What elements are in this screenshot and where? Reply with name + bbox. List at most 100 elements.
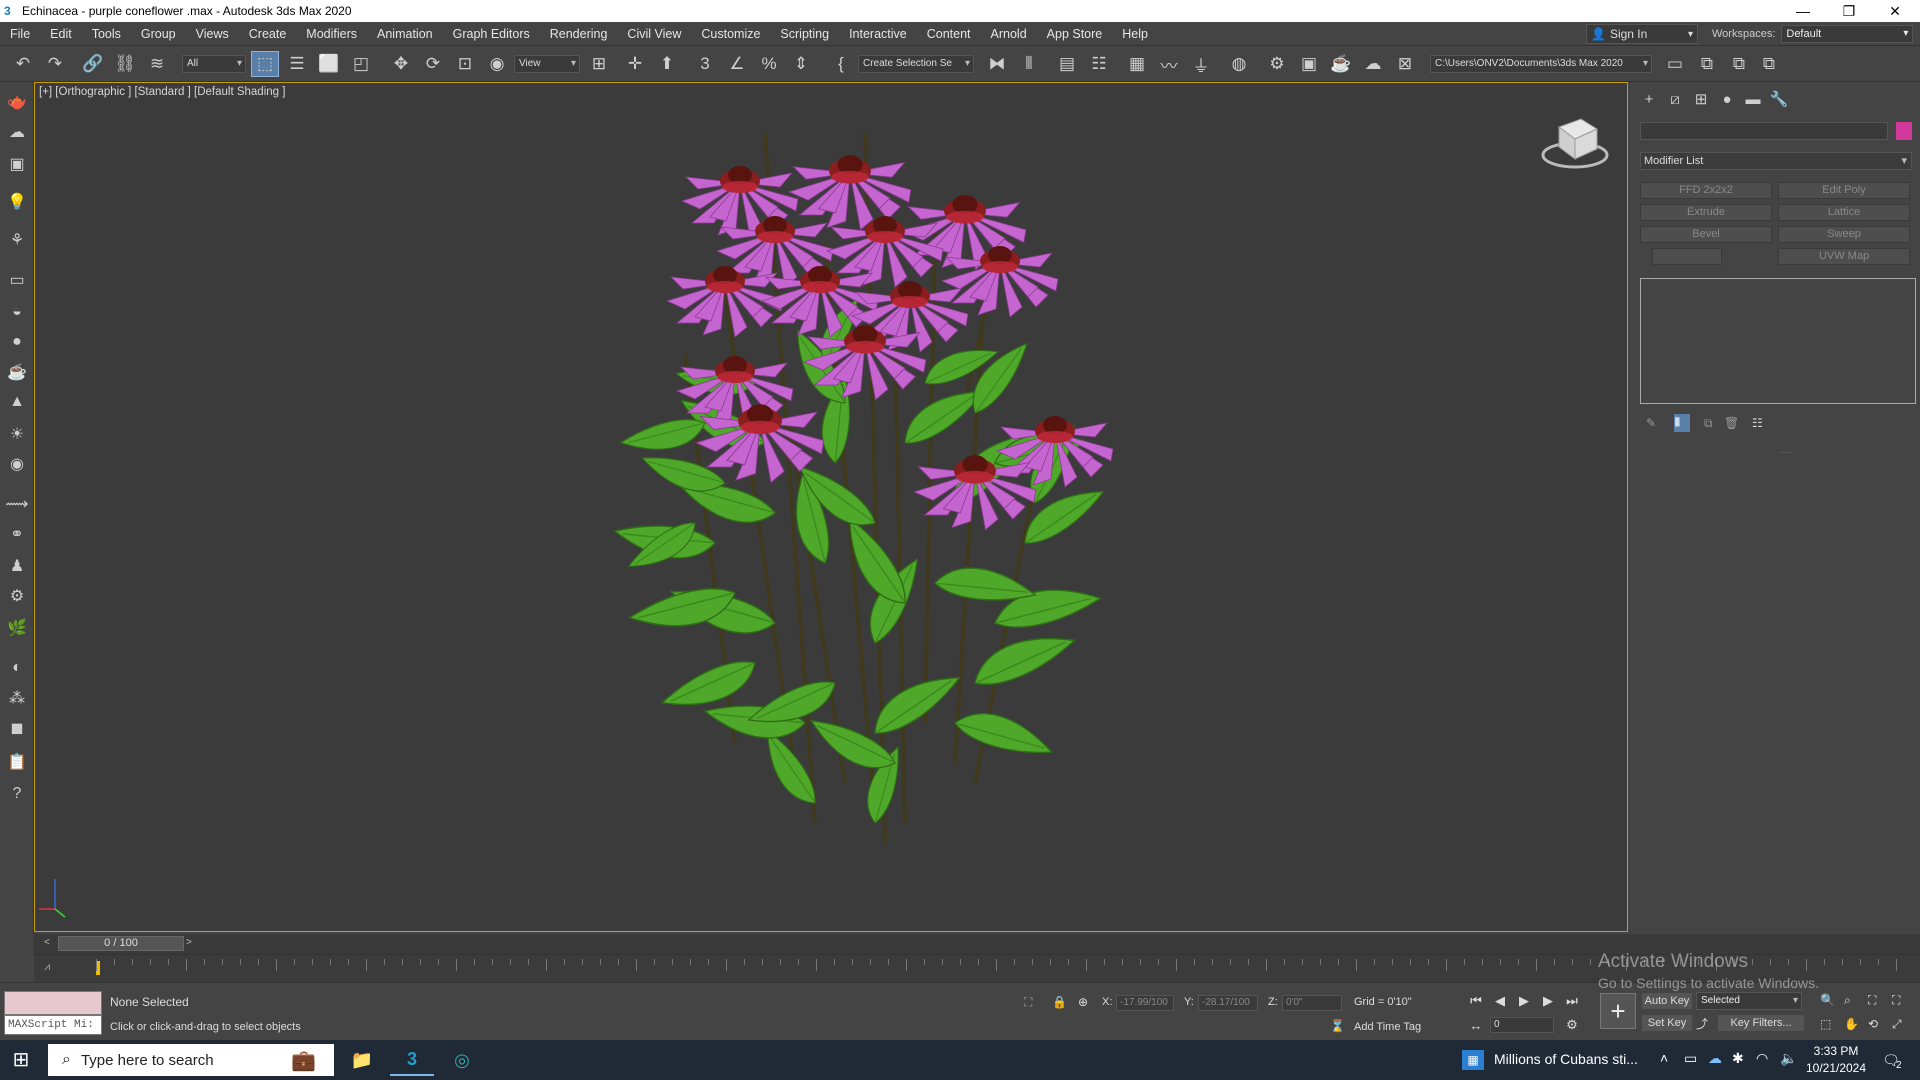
file-explorer-icon[interactable]: 📁 xyxy=(340,1044,384,1076)
spinner-snap-icon[interactable]: ⇕ xyxy=(788,52,814,76)
time-tag-icon[interactable]: ⌛ xyxy=(1330,1019,1345,1033)
material-editor-icon[interactable]: ◍ xyxy=(1226,52,1252,76)
mirror-icon[interactable]: ⧓ xyxy=(984,52,1010,76)
geosphere-icon[interactable]: ● xyxy=(4,330,30,354)
isolate-selection-icon[interactable]: ⛶ xyxy=(1024,995,1032,1010)
snaps-toggle-icon[interactable]: 3 xyxy=(692,52,718,76)
maximize-viewport-icon[interactable]: ⤢ xyxy=(1892,1017,1902,1032)
taskbar-search[interactable]: ⌕ Type here to search 💼 xyxy=(48,1044,334,1076)
time-prev-arrow[interactable]: < xyxy=(44,937,50,948)
set-key-button[interactable]: Set Key xyxy=(1642,1015,1692,1031)
modifier-button-empty[interactable] xyxy=(1652,248,1722,265)
link-icon[interactable]: 🔗 xyxy=(80,52,106,76)
maxscript-listener-mini[interactable] xyxy=(4,991,102,1015)
landscape-icon[interactable]: ▣ xyxy=(4,152,30,176)
named-selection-set-dropdown[interactable]: Create Selection Se xyxy=(858,55,974,73)
time-slider-thumb[interactable]: 0 / 100 xyxy=(58,936,184,951)
project-icon-1[interactable]: ▭ xyxy=(1662,52,1688,76)
character-icon[interactable]: ♟ xyxy=(4,554,30,578)
gear-icon[interactable]: ⚙ xyxy=(4,584,30,608)
perspective-viewport[interactable]: [+] [Orthographic ] [Standard ] [Default… xyxy=(34,82,1628,932)
move-icon[interactable]: ✥ xyxy=(388,52,414,76)
light-icon[interactable]: ☀ xyxy=(4,422,30,446)
place-icon[interactable]: ◉ xyxy=(484,52,510,76)
zoom-extents-all-icon[interactable]: ⛶ xyxy=(1892,993,1900,1008)
restore-button[interactable]: ❐ xyxy=(1826,0,1872,22)
menu-file[interactable]: File xyxy=(0,27,40,41)
plant-icon[interactable]: 🌿 xyxy=(4,616,30,640)
chevron-up-icon[interactable]: ˄ xyxy=(1660,1050,1668,1066)
project-folder-dropdown[interactable]: C:\Users\ONV2\Documents\3ds Max 2020 xyxy=(1430,55,1652,73)
rotate-icon[interactable]: ⟳ xyxy=(420,52,446,76)
menu-modifiers[interactable]: Modifiers xyxy=(296,27,367,41)
display-icon[interactable]: ▭ xyxy=(1684,1050,1697,1067)
project-icon-2[interactable]: ⧉ xyxy=(1694,52,1720,76)
zoom-extents-icon[interactable]: ⛶ xyxy=(1868,993,1876,1008)
window-crossing-icon[interactable]: ◰ xyxy=(348,52,374,76)
menu-graph-editors[interactable]: Graph Editors xyxy=(443,27,540,41)
project-icon-3[interactable]: ⧉ xyxy=(1726,52,1752,76)
curve-editor-icon[interactable]: 〰 xyxy=(1156,52,1182,76)
cloud-icon[interactable]: ☁ xyxy=(4,120,30,144)
y-coordinate-field[interactable]: -28.17/100 xyxy=(1198,995,1258,1011)
select-manipulate-icon[interactable]: ✛ xyxy=(622,52,648,76)
absolute-mode-icon[interactable]: ⊕ xyxy=(1078,995,1088,1009)
windows-start-icon[interactable]: ⊞ xyxy=(8,1048,34,1072)
box-icon[interactable]: ▭ xyxy=(4,268,30,292)
show-end-result-icon[interactable]: ▮ xyxy=(1674,414,1690,432)
default-tangents-icon[interactable]: ⤴ xyxy=(1696,1015,1708,1032)
menu-views[interactable]: Views xyxy=(186,27,239,41)
spacewarp-icon[interactable]: ⟿ xyxy=(4,492,30,516)
zoom-all-icon[interactable]: ⌕ xyxy=(1844,993,1851,1008)
render-cloud-icon[interactable]: ☁ xyxy=(1360,52,1386,76)
go-to-start-icon[interactable]: ⏮ xyxy=(1466,991,1486,1011)
news-icon[interactable]: ▦ xyxy=(1462,1050,1484,1070)
scene-explorer-icon[interactable]: ▤ xyxy=(1054,52,1080,76)
play-icon[interactable]: ▶ xyxy=(1514,991,1534,1011)
next-frame-icon[interactable]: ▶ xyxy=(1538,991,1558,1011)
rendered-frame-window-icon[interactable]: ▣ xyxy=(1296,52,1322,76)
panel-resize-handle[interactable]: ···· xyxy=(1780,448,1791,457)
app-taskbar-icon[interactable]: ◎ xyxy=(440,1044,484,1076)
time-config-icon[interactable]: ↔ xyxy=(1466,1015,1486,1035)
3ds-max-taskbar-icon[interactable]: 3 xyxy=(390,1044,434,1076)
menu-app-store[interactable]: App Store xyxy=(1037,27,1113,41)
close-button[interactable]: ✕ xyxy=(1872,0,1918,22)
rectangular-selection-icon[interactable]: ⬜ xyxy=(316,52,342,76)
render-setup-icon[interactable]: ⚙ xyxy=(1264,52,1290,76)
curve-editor-mini-icon[interactable]: ⩘ xyxy=(44,961,50,974)
x-coordinate-field[interactable]: -17.99/100 xyxy=(1116,995,1174,1011)
modifier-list-dropdown[interactable]: Modifier List xyxy=(1640,152,1912,170)
object-color-swatch[interactable] xyxy=(1896,122,1912,140)
align-icon[interactable]: ⫴ xyxy=(1016,52,1042,76)
set-keys-icon[interactable]: + xyxy=(1600,993,1636,1029)
auto-key-button[interactable]: Auto Key xyxy=(1642,993,1692,1009)
edit-named-selection-icon[interactable]: { xyxy=(828,52,854,76)
previous-frame-icon[interactable]: ◀ xyxy=(1490,991,1510,1011)
pivot-center-icon[interactable]: ⊞ xyxy=(586,52,612,76)
modifier-button-ffd[interactable]: FFD 2x2x2 xyxy=(1640,182,1772,199)
modifier-button-edit-poly[interactable]: Edit Poly xyxy=(1778,182,1910,199)
selection-filter-dropdown[interactable]: All xyxy=(182,55,246,73)
utilities-tab-icon[interactable]: 🔧 xyxy=(1766,88,1792,110)
time-next-arrow[interactable]: > xyxy=(186,937,192,948)
render-production-icon[interactable]: ☕ xyxy=(1328,52,1354,76)
news-headline[interactable]: Millions of Cubans sti... xyxy=(1494,1051,1638,1067)
scene-states-icon[interactable]: ◼ xyxy=(4,716,30,740)
field-of-view-icon[interactable]: ⬚ xyxy=(1820,1017,1831,1031)
hierarchy-tab-icon[interactable]: ⊞ xyxy=(1688,88,1714,110)
undo-icon[interactable]: ↶ xyxy=(10,52,36,76)
bind-space-warp-icon[interactable]: ≋ xyxy=(144,52,170,76)
workspace-dropdown[interactable]: Default ▾ xyxy=(1781,25,1914,43)
scale-icon[interactable]: ⊡ xyxy=(452,52,478,76)
menu-scripting[interactable]: Scripting xyxy=(770,27,839,41)
particle-icon[interactable]: ⚘ xyxy=(4,228,30,252)
modifier-button-uvw-map[interactable]: UVW Map xyxy=(1778,248,1910,265)
layer-explorer-icon[interactable]: ☷ xyxy=(1086,52,1112,76)
teapot-primitive-icon[interactable]: ☕ xyxy=(4,360,30,384)
project-icon-4[interactable]: ⧉ xyxy=(1756,52,1782,76)
display-tab-icon[interactable]: ▬ xyxy=(1740,88,1766,110)
menu-content[interactable]: Content xyxy=(917,27,981,41)
selection-lock-icon[interactable]: 🔒 xyxy=(1052,995,1067,1009)
menu-civil-view[interactable]: Civil View xyxy=(617,27,691,41)
